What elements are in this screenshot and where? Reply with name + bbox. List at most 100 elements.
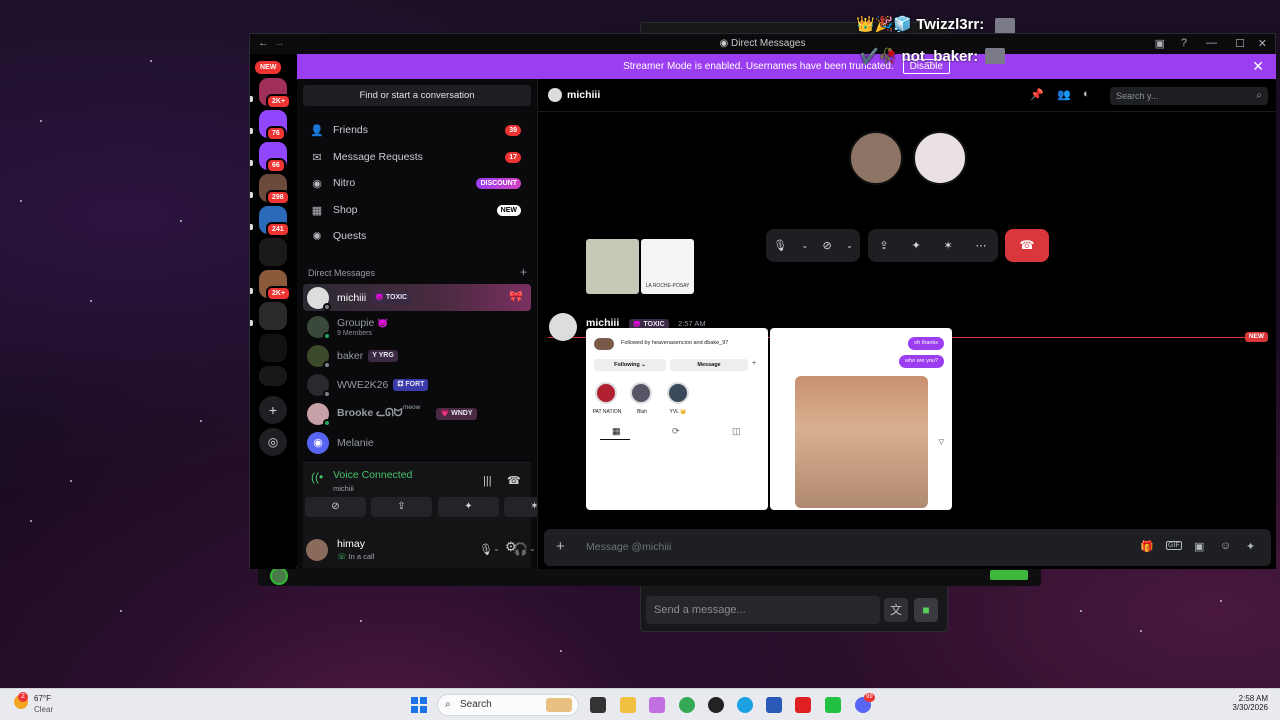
screen-share-button[interactable]: ⇪	[371, 497, 432, 517]
taskbar: 2 67°F Clear ⌕ Search 99 2:58 AM 3/30/20…	[0, 688, 1280, 720]
nav-quests[interactable]: ✺ Quests	[303, 224, 531, 248]
gift-icon[interactable]: 🎁	[1140, 540, 1154, 553]
app-icon[interactable]	[825, 697, 841, 713]
soundboard-icon[interactable]: ✶	[944, 239, 953, 252]
avatar	[307, 286, 331, 311]
dm-item-groupie[interactable]: Groupie 😈 9 Members	[303, 313, 531, 340]
screen-share-icon[interactable]: ⇪	[879, 239, 888, 252]
avatar	[307, 344, 331, 369]
server-icon[interactable]	[259, 238, 287, 266]
task-view-icon[interactable]	[590, 697, 606, 713]
dm-item-michiii[interactable]: michiii 😈 TOXIC 🎀	[303, 284, 531, 311]
message-placeholder: Message @michiii	[586, 541, 672, 553]
maximize-icon[interactable]: ☐	[1235, 37, 1245, 50]
dm-item-baker[interactable]: baker Y YRG	[303, 342, 531, 369]
dm-sidebar: Find or start a conversation 👤 Friends 3…	[297, 79, 565, 569]
add-person-icon: +	[752, 360, 757, 367]
youtube-icon[interactable]	[795, 697, 811, 713]
close-icon[interactable]: ✕	[1252, 54, 1264, 79]
guild-tag: 💗 WNDY	[436, 407, 477, 420]
server-icon[interactable]	[259, 334, 287, 362]
message-bubble: who are you?	[898, 355, 944, 368]
chevron-down-icon[interactable]: ⌄	[529, 544, 536, 553]
pin-icon[interactable]: 📌	[1030, 88, 1044, 101]
microphone-icon[interactable]: 🎙	[479, 543, 493, 556]
sticker-icon: 🎀	[509, 291, 523, 303]
add-dm-icon[interactable]: +	[520, 265, 527, 279]
avatar[interactable]	[306, 539, 328, 561]
nav-shop[interactable]: ▦ Shop NEW	[303, 198, 531, 222]
nav-label: Message Requests	[333, 151, 423, 163]
close-icon[interactable]: ✕	[1258, 37, 1267, 50]
chrome-icon[interactable]	[679, 697, 695, 713]
search-input[interactable]: Search y... ⌕	[1110, 87, 1268, 105]
add-server-icon[interactable]: +	[259, 396, 287, 424]
add-friends-icon[interactable]: 👥	[1057, 88, 1071, 101]
caller-avatar[interactable]	[849, 131, 903, 185]
help-icon[interactable]: ?	[1181, 37, 1187, 49]
chevron-down-icon[interactable]: ⌄	[801, 241, 808, 250]
file-explorer-icon[interactable]	[620, 697, 636, 713]
microphone-icon[interactable]: 🎙	[773, 239, 787, 252]
guild-tag: ⚃ FORT	[393, 378, 429, 391]
activities-button[interactable]: ✦	[438, 497, 499, 517]
server-icon[interactable]	[259, 302, 287, 330]
explore-icon[interactable]: ◎	[259, 428, 287, 456]
nav-nitro[interactable]: ◉ Nitro DISCOUNT	[303, 171, 531, 195]
dm-item-melanie[interactable]: ◉ Melanie	[303, 429, 531, 456]
voice-status[interactable]: Voice Connected	[333, 469, 412, 481]
callee-avatar[interactable]	[913, 131, 967, 185]
overlay-send-input[interactable]: Send a message...	[646, 596, 880, 624]
nav-message-requests[interactable]: ✉ Message Requests 17	[303, 145, 531, 169]
sticker-icon[interactable]: ▣	[1194, 540, 1204, 553]
more-icon[interactable]: ⋯	[976, 239, 987, 252]
discord-window: ← → ◉ Direct Messages ▣ ? — ☐ ✕ Streamer…	[249, 33, 1276, 569]
apps-icon[interactable]: ✦	[1246, 540, 1255, 553]
camera-off-button[interactable]: ⊘	[305, 497, 366, 517]
settings-gear-icon[interactable]: ⚙	[505, 539, 517, 555]
image-attachment[interactable]	[586, 239, 639, 294]
emoji-icon[interactable]: ☺	[1220, 540, 1231, 552]
gif-icon[interactable]: GIF	[1166, 541, 1182, 550]
highlight-label: Blah	[636, 409, 647, 415]
bits-icon[interactable]: ■	[914, 598, 938, 622]
attach-plus-icon[interactable]: +	[556, 538, 565, 555]
highlight-circle	[667, 382, 689, 404]
store-icon[interactable]	[766, 697, 782, 713]
end-call-button[interactable]: ☎	[1005, 229, 1049, 262]
noise-suppression-icon[interactable]: |||	[483, 475, 492, 487]
obs-icon[interactable]	[708, 697, 724, 713]
camera-off-icon[interactable]: ⊘	[823, 239, 832, 252]
message-input[interactable]: + Message @michiii 🎁 GIF ▣ ☺ ✦	[544, 529, 1271, 566]
green-button[interactable]	[990, 570, 1028, 580]
avatar[interactable]	[549, 313, 577, 341]
chevron-down-icon[interactable]: ⌄	[846, 241, 853, 250]
dm-item-brooke[interactable]: Brooke ᓚᘏᗢ meow 💗 WNDY	[303, 400, 531, 427]
dm-status: meow	[403, 404, 421, 411]
copilot-icon[interactable]	[649, 697, 665, 713]
minimize-icon[interactable]: —	[1206, 37, 1217, 49]
image-attachment[interactable]: oh thanks who are you? ▽	[770, 328, 952, 510]
user-panel: himay ☏ In a call 🎙 ⌄ 🎧 ⌄	[303, 535, 536, 569]
activities-icon[interactable]: ✦	[911, 239, 920, 252]
image-attachment[interactable]: Followed by heavenasencioo and dbake_97 …	[586, 328, 768, 510]
user-profile-icon[interactable]: ◐	[1083, 88, 1090, 100]
screen-icon[interactable]: ▣	[1155, 37, 1165, 50]
translate-icon[interactable]: 文	[884, 598, 908, 622]
nav-friends[interactable]: 👤 Friends 39	[303, 118, 531, 142]
image-attachment[interactable]: LA ROCHE-POSAY	[641, 239, 694, 294]
clock[interactable]: 2:58 AM 3/30/2026	[1232, 694, 1268, 712]
clock-date: 3/30/2026	[1232, 703, 1268, 712]
server-icon[interactable]	[259, 366, 287, 386]
taskbar-search[interactable]: ⌕ Search	[437, 694, 579, 716]
disconnect-icon[interactable]: ☎	[507, 474, 521, 487]
count-badge: 39	[505, 124, 521, 136]
windows-start-icon[interactable]	[411, 697, 427, 713]
discount-badge: DISCOUNT	[476, 177, 521, 189]
edge-icon[interactable]	[737, 697, 753, 713]
discord-default-avatar: ◉	[307, 431, 329, 454]
dm-item-wwe2k26[interactable]: WWE2K26 ⚃ FORT	[303, 371, 531, 398]
chevron-down-icon[interactable]: ⌄	[493, 544, 500, 553]
find-conversation-button[interactable]: Find or start a conversation	[303, 85, 531, 106]
chat-header-name: michiii	[567, 89, 601, 101]
